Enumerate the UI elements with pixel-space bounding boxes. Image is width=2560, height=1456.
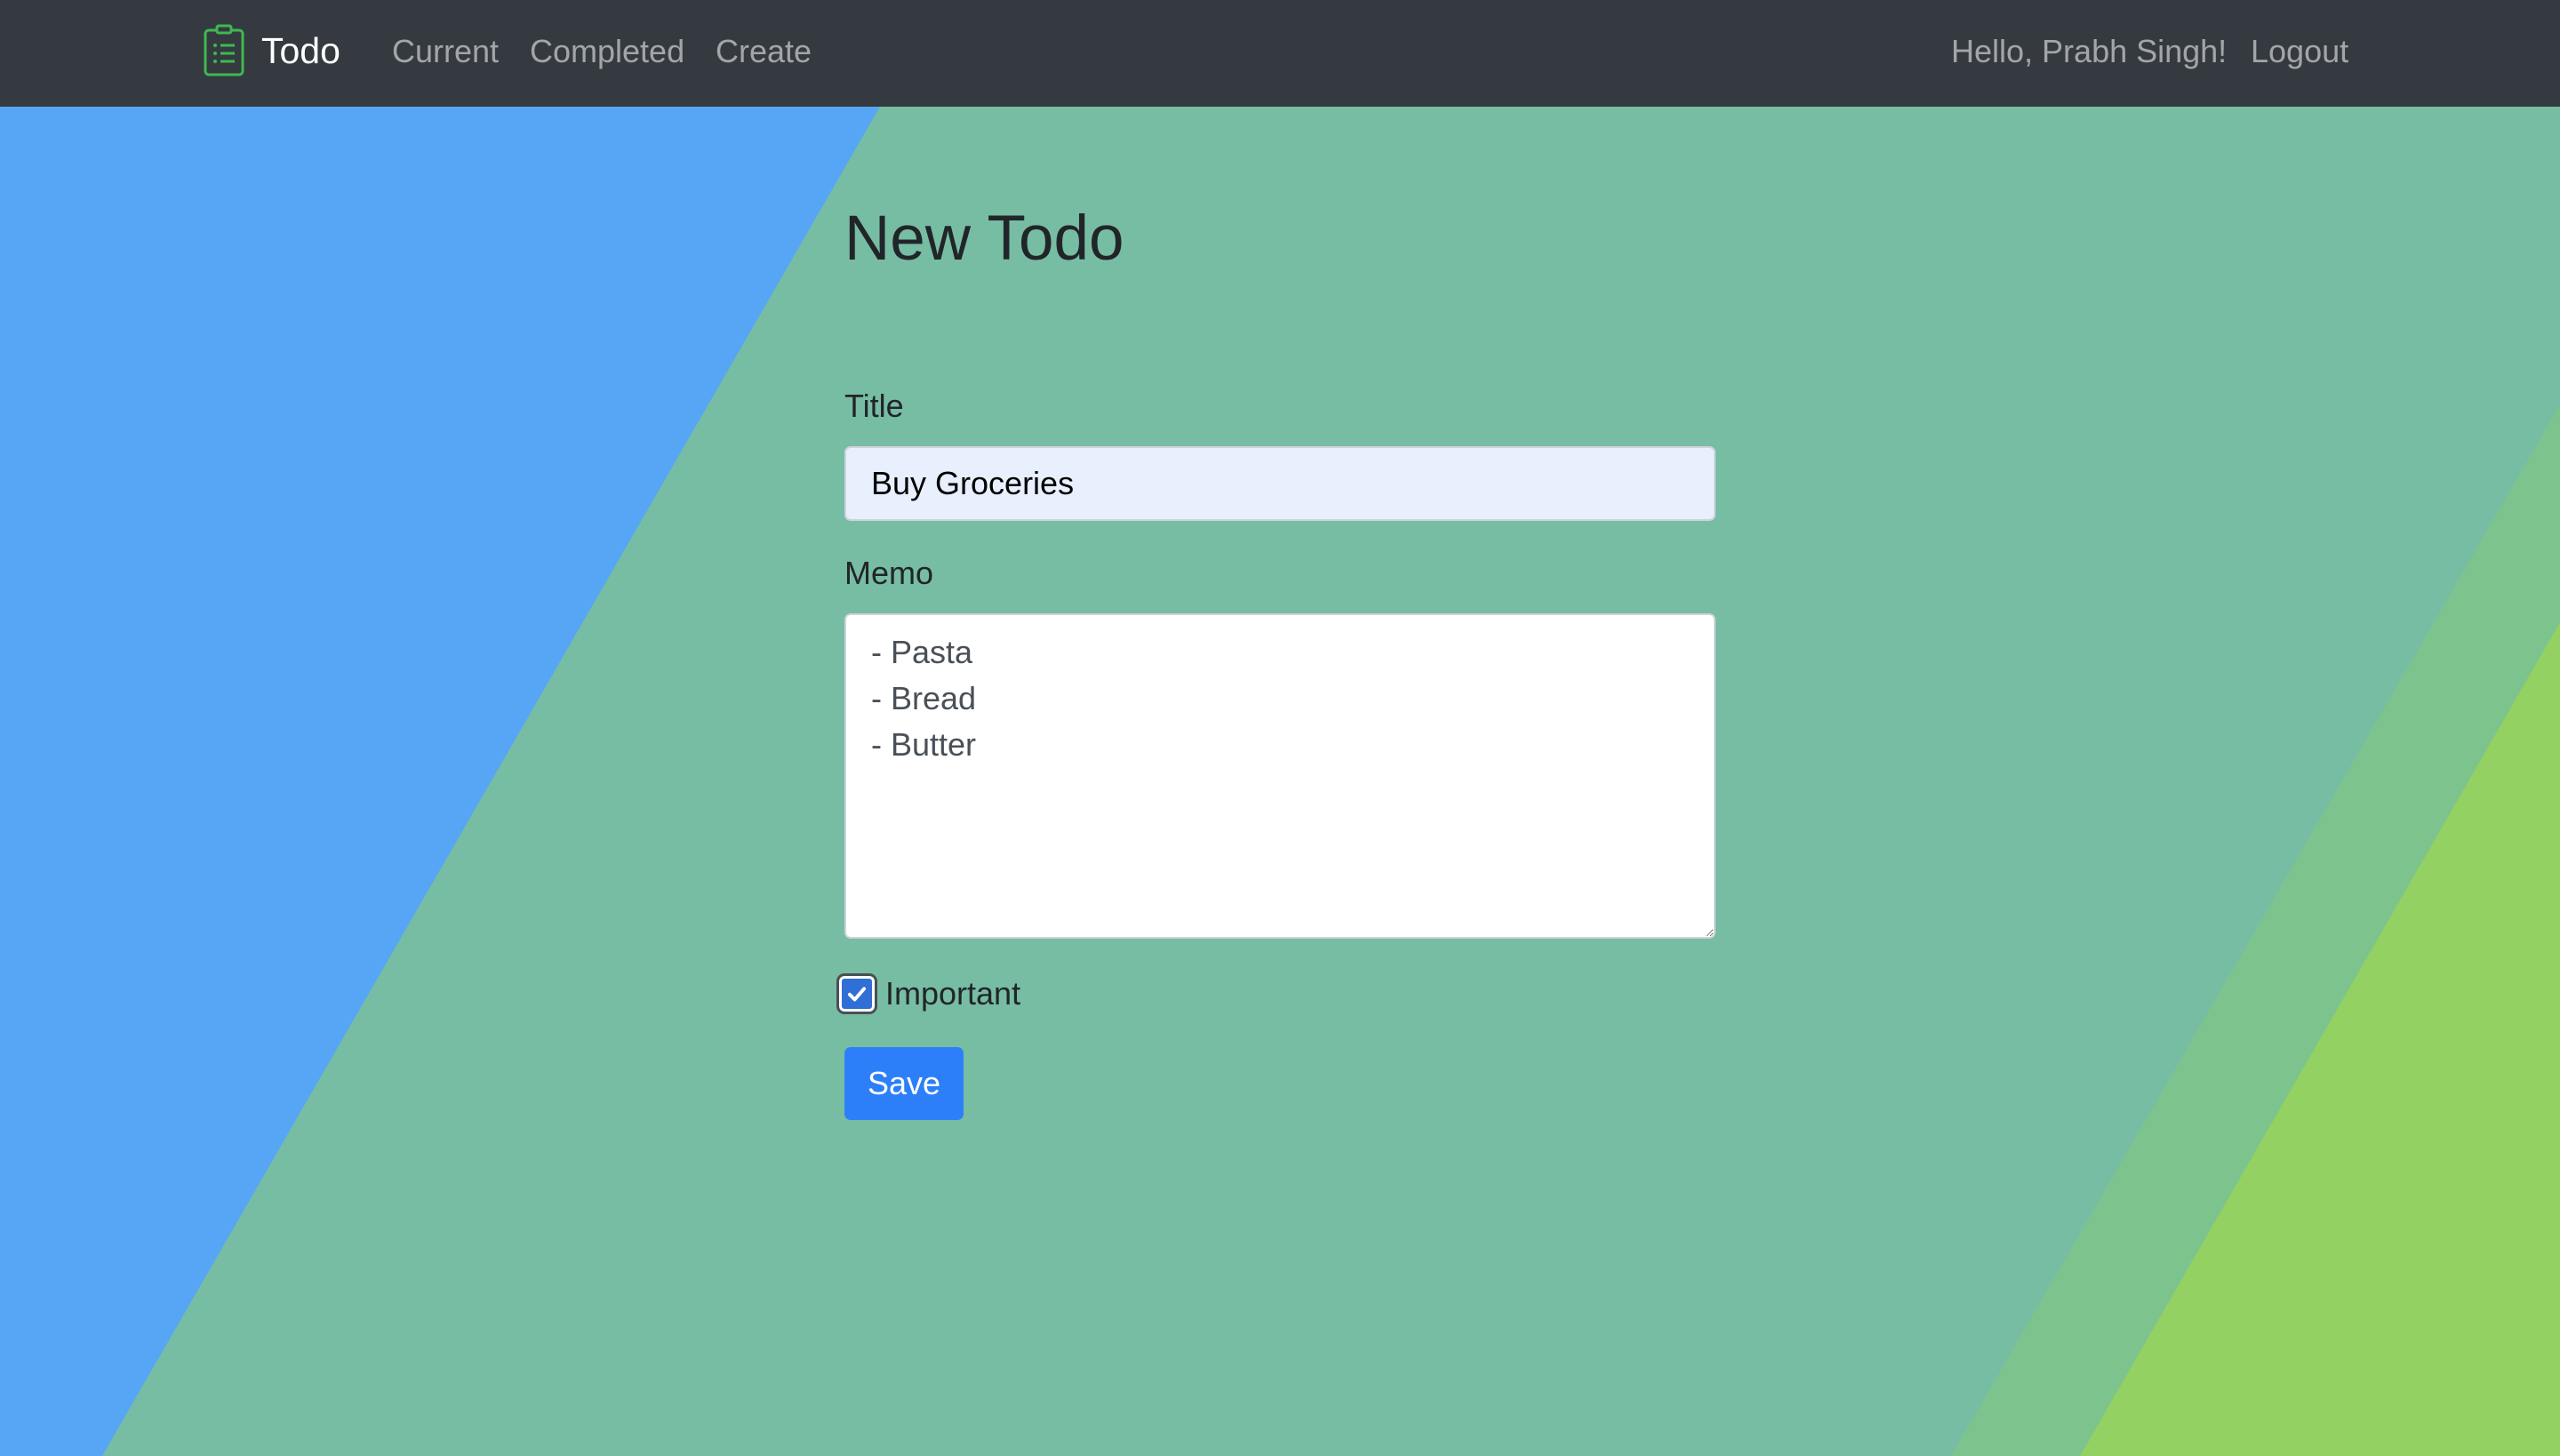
nav-link-current[interactable]: Current (392, 27, 499, 76)
save-button[interactable]: Save (844, 1047, 964, 1120)
logout-link[interactable]: Logout (2251, 27, 2348, 76)
brand-link[interactable]: Todo (203, 21, 340, 80)
important-checkbox-row: Important (836, 969, 1020, 1019)
page-title: New Todo (844, 204, 1124, 274)
title-label: Title (844, 388, 904, 424)
memo-label: Memo (844, 555, 934, 591)
title-input[interactable] (844, 446, 1716, 521)
nav-link-completed[interactable]: Completed (530, 27, 684, 76)
nav-link-create[interactable]: Create (716, 27, 812, 76)
important-checkbox[interactable] (836, 973, 877, 1014)
memo-textarea[interactable]: - Pasta - Bread - Butter (844, 613, 1716, 939)
clipboard-list-icon (204, 24, 244, 76)
user-greeting-link[interactable]: Hello, Prabh Singh! (1951, 27, 2227, 76)
important-label[interactable]: Important (885, 972, 1020, 1015)
checkmark-icon (847, 987, 867, 1002)
top-navbar: Todo Current Completed Create Hello, Pra… (0, 0, 2560, 107)
brand-name: Todo (261, 30, 340, 71)
